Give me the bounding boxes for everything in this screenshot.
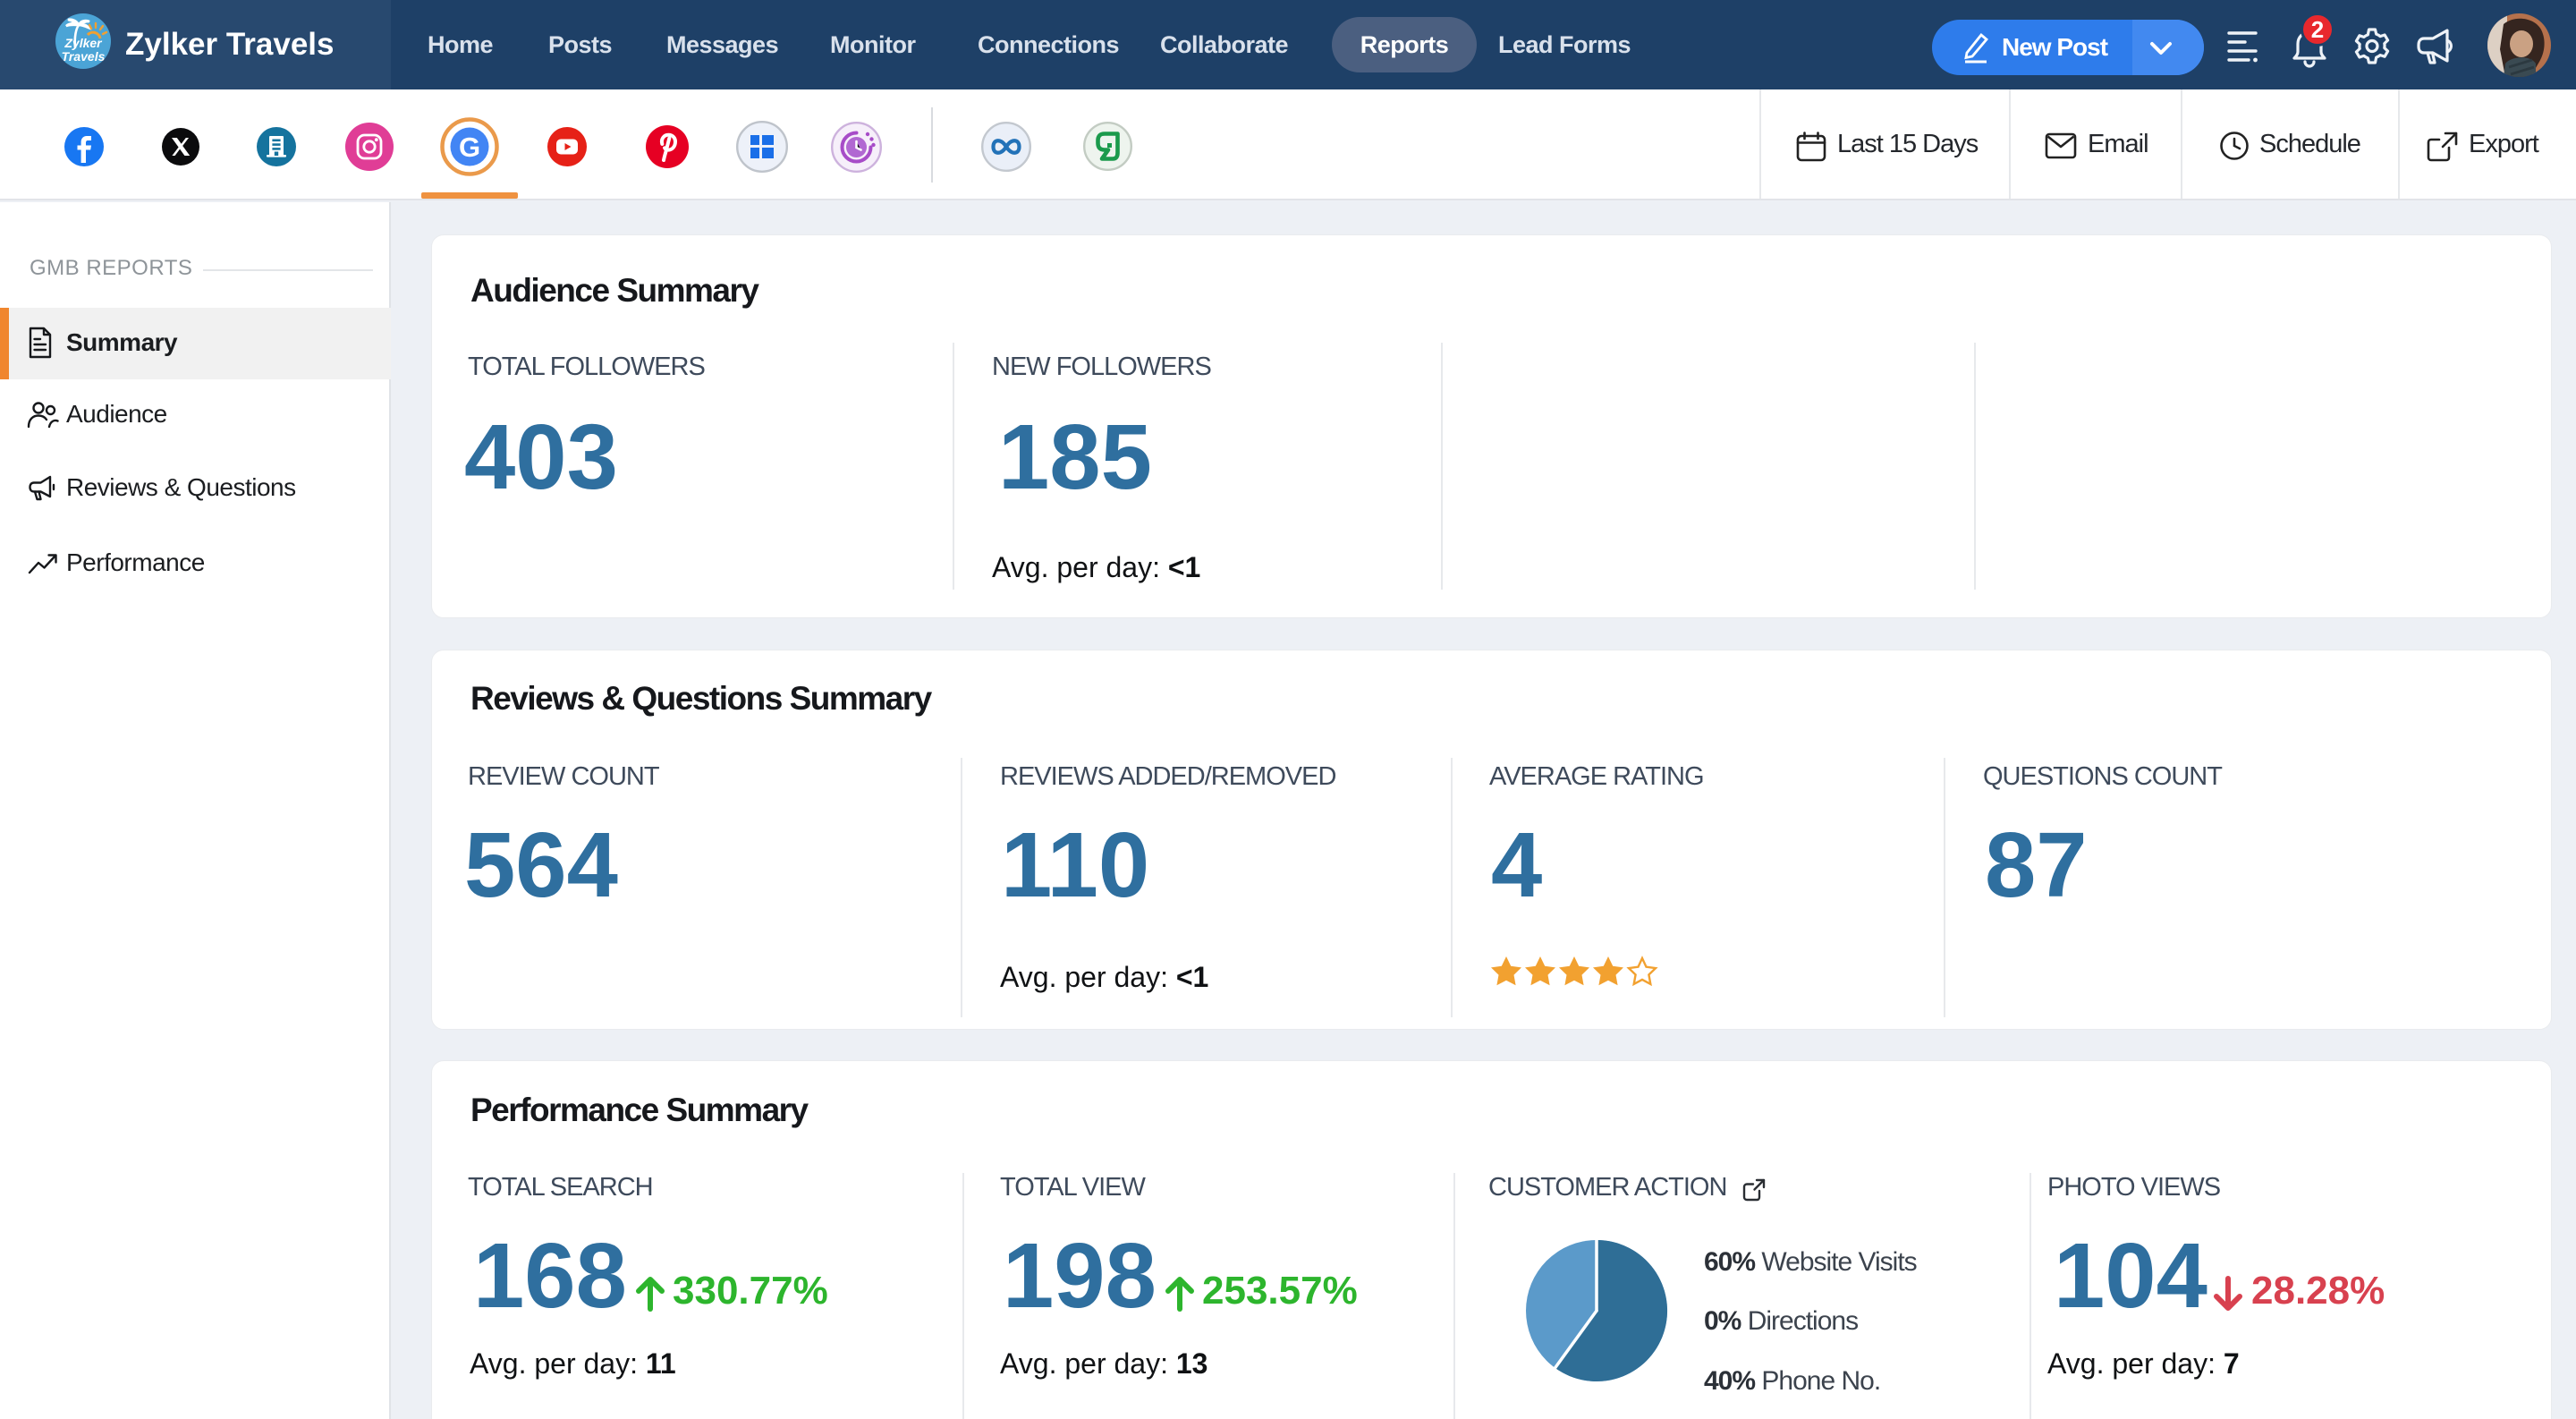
svg-text:Zylker: Zylker bbox=[64, 36, 103, 50]
svg-text:Travels: Travels bbox=[62, 49, 106, 64]
svg-text:G: G bbox=[459, 132, 480, 163]
